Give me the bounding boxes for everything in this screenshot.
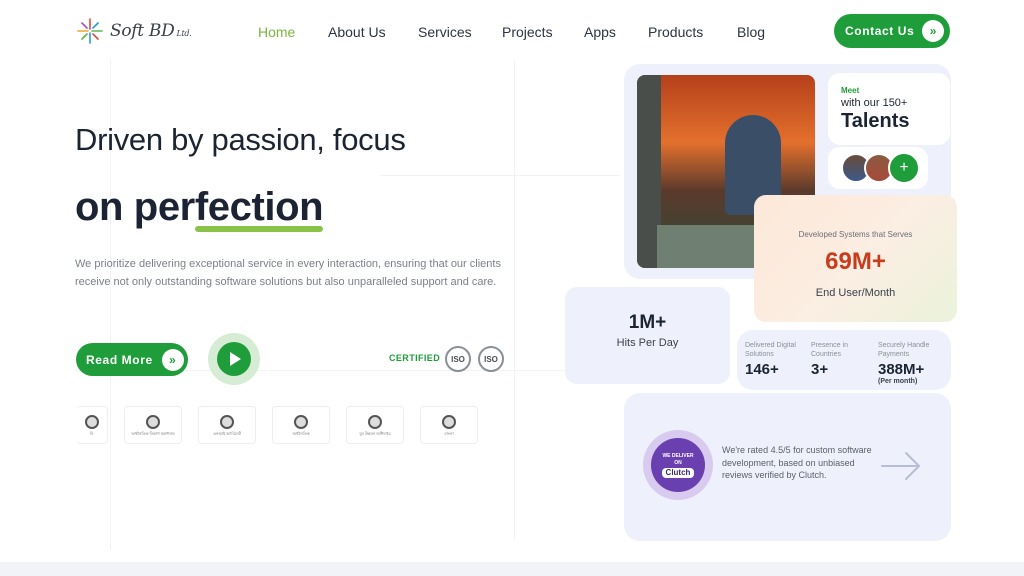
logo-icon [76,17,104,45]
talents-title: Talents [841,110,910,132]
stat-delivered: Delivered Digital Solutions 146+ [745,341,809,378]
nav-about-us[interactable]: About Us [328,22,418,42]
brand-name: Soft BD Ltd. [110,21,192,41]
end-users-unit: End User/Month [815,287,896,299]
partner-logo: এনআই ক্যাবিনেট [198,406,256,444]
stat-caption: Delivered Digital Solutions [745,342,796,358]
clutch-badge-top: WE DELIVER [662,452,694,459]
emblem-icon [294,414,308,429]
talents-card [828,73,950,145]
clutch-badge-mid: ON [674,459,682,466]
end-users-card: Developed Systems that Serves 69M+ End U… [754,195,957,322]
stat-caption: Presence in Countries [811,342,848,358]
plus-icon[interactable]: + [888,152,920,184]
stat-note: (Per month) [878,378,918,385]
partner-caption: এনআই ক্যাবিনেট [213,430,241,436]
nav-projects[interactable]: Projects [502,22,584,42]
end-users-caption: Developed Systems that Serves [798,230,913,239]
partner-logo: অর্থনৈতিক [272,406,330,444]
partner-caption: বি [89,430,94,436]
hero-heading-line1: Driven by passion, focus [75,122,406,157]
arrow-right-icon[interactable] [880,448,922,489]
stat-caption: Securely Handle Payments [878,342,930,358]
talents-count: with our 150+ [841,97,908,109]
end-users-value: 69M+ [825,248,886,275]
certified-label: CERTIFIED [389,353,441,363]
read-more-button[interactable]: Read More » [76,343,188,376]
stat-payments: Securely Handle Payments 388M+ (Per mont… [878,341,944,385]
page-bottom-strip [0,562,1024,576]
read-more-label: Read More [86,352,153,367]
nav-products[interactable]: Products [648,22,737,42]
nav-blog[interactable]: Blog [737,22,777,42]
emblem-icon [368,414,382,429]
emblem-icon [84,414,99,429]
partner-logos: বি অর্থনৈতিক বিভাগ মন্ত্রণালয় এনআই ক্যা… [76,406,478,444]
contact-us-button[interactable]: Contact Us » [834,14,950,48]
partner-caption: অর্থনৈতিক [292,430,310,436]
hits-value: 1M+ [628,312,667,333]
clutch-rating-text: We're rated 4.5/5 for custom software de… [722,445,872,480]
brand-suffix: Ltd. [176,29,192,38]
emblem-icon [220,414,234,429]
main-nav: Home About Us Services Projects Apps Pro… [258,22,777,42]
play-video-button[interactable] [208,333,260,385]
landing-page: Soft BD Ltd. Home About Us Services Proje… [0,0,1024,576]
hits-label: Hits Per Day [616,337,679,349]
stat-value: 3+ [811,361,829,378]
play-icon [217,342,251,376]
emblem-icon [146,414,160,429]
iso-badge-icon: ISO [445,346,471,372]
double-chevron-right-icon: » [161,348,184,371]
stat-presence: Presence in Countries 3+ [811,341,863,378]
grid-line [380,175,620,176]
partner-caption: যুব উন্নয়ন অধিদপ্তর [359,430,391,436]
partner-logo: যুব উন্নয়ন অধিদপ্তর [346,406,404,444]
double-chevron-right-icon: » [922,20,945,42]
emblem-icon [442,414,456,429]
partner-logo: অর্থনৈতিক বিভাগ মন্ত্রণালয় [124,406,182,444]
iso-badge-icon: ISO [478,346,504,372]
brand-logo[interactable]: Soft BD Ltd. [76,17,192,45]
nav-apps[interactable]: Apps [584,22,648,42]
partner-logo: বি [76,406,108,444]
nav-home[interactable]: Home [258,22,328,42]
brand-name-text: Soft BD [110,21,175,41]
hero-description: We prioritize delivering exceptional ser… [75,258,501,288]
stat-value: 146+ [745,361,779,378]
hits-card: 1M+ Hits Per Day [565,287,730,384]
partner-logo: বাংলা [420,406,478,444]
hero-heading-prefix: on per [75,185,195,229]
clutch-badge-icon: WE DELIVER ON Clutch [643,430,713,500]
hero-heading-highlight: fection [194,185,324,232]
partner-caption: অর্থনৈতিক বিভাগ মন্ত্রণালয় [131,430,175,436]
nav-services[interactable]: Services [418,22,502,42]
grid-line [514,60,515,540]
partner-caption: বাংলা [444,430,454,436]
talents-meet: Meet [841,86,860,95]
contact-us-label: Contact Us [845,24,915,38]
clutch-badge-inner: WE DELIVER ON Clutch [651,438,705,492]
stat-value: 388M+ [878,361,925,378]
hero-heading-line2: on perfection [75,185,324,232]
clutch-badge-name: Clutch [661,467,695,478]
